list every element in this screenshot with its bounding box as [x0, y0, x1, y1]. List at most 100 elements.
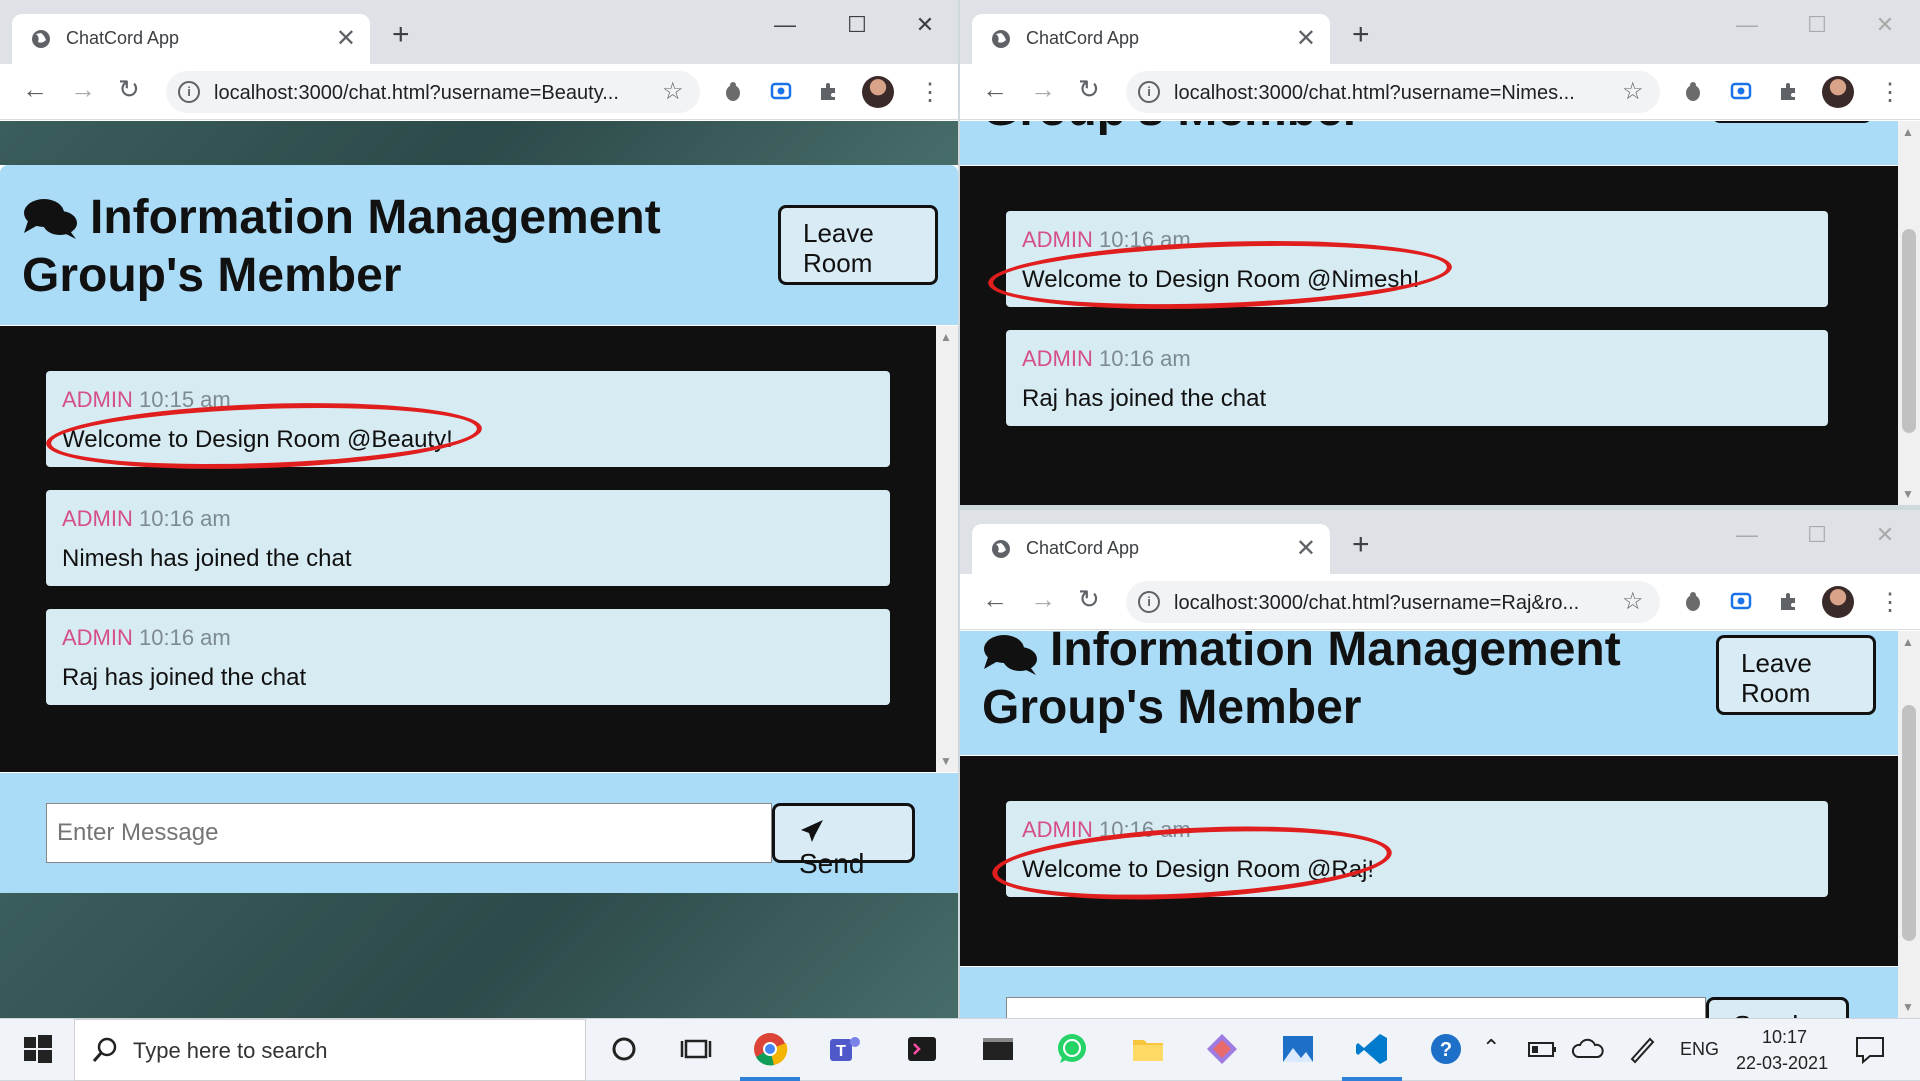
send-button[interactable]: Send: [772, 803, 915, 879]
send-button[interactable]: Send: [1706, 997, 1849, 1018]
extensions-puzzle-icon[interactable]: [1778, 590, 1800, 612]
message-item: ADMIN 10:16 am Nimesh has joined the cha…: [46, 490, 890, 586]
back-icon[interactable]: ←: [982, 76, 1008, 102]
address-bar[interactable]: i localhost:3000/chat.html?username=Beau…: [166, 71, 700, 113]
scrollbar[interactable]: ▲ ▼: [1898, 631, 1920, 1018]
extensions-puzzle-icon[interactable]: [818, 80, 840, 102]
leave-room-button[interactable]: [1712, 121, 1872, 123]
scrollbar-thumb[interactable]: [1902, 705, 1916, 941]
clock-date[interactable]: 22-03-2021: [1736, 1053, 1828, 1074]
minimize-button[interactable]: —: [1732, 522, 1762, 547]
reload-icon[interactable]: ↻: [118, 76, 140, 102]
chat-header: Information Management Group's Member Le…: [960, 631, 1898, 755]
scrollbar[interactable]: ▲ ▼: [936, 326, 958, 772]
teams-icon[interactable]: T: [826, 1031, 862, 1067]
scroll-up-icon[interactable]: ▲: [940, 330, 952, 344]
message-author: ADMIN: [62, 625, 133, 650]
git-tool-icon[interactable]: [1204, 1031, 1240, 1067]
file-explorer-icon[interactable]: [1130, 1031, 1166, 1067]
minimize-button[interactable]: —: [770, 12, 800, 37]
whatsapp-icon[interactable]: [1054, 1031, 1090, 1067]
maximize-button[interactable]: ☐: [842, 12, 872, 37]
bookmark-star-icon[interactable]: ☆: [1622, 77, 1644, 106]
command-prompt-icon[interactable]: [980, 1031, 1016, 1067]
scroll-down-icon[interactable]: ▼: [1902, 1000, 1914, 1014]
photos-icon[interactable]: [1280, 1031, 1316, 1067]
menu-kebab-icon[interactable]: ⋮: [918, 78, 942, 107]
language-indicator[interactable]: ENG: [1680, 1039, 1719, 1060]
windows-start-icon[interactable]: [20, 1031, 56, 1067]
site-info-icon[interactable]: i: [1138, 591, 1160, 613]
scroll-up-icon[interactable]: ▲: [1902, 125, 1914, 139]
menu-kebab-icon[interactable]: ⋮: [1878, 588, 1902, 617]
close-window-button[interactable]: ✕: [910, 12, 940, 37]
chat-messages[interactable]: ADMIN 10:16 am Welcome to Design Room @R…: [960, 756, 1898, 966]
scrollbar[interactable]: ▲ ▼: [1898, 121, 1920, 505]
profile-avatar[interactable]: [1822, 586, 1854, 618]
bug-extension-icon[interactable]: [1682, 80, 1704, 102]
reload-icon[interactable]: ↻: [1078, 76, 1100, 102]
forward-icon[interactable]: →: [1030, 586, 1056, 612]
scroll-up-icon[interactable]: ▲: [1902, 635, 1914, 649]
scroll-down-icon[interactable]: ▼: [940, 754, 952, 768]
battery-icon[interactable]: [1524, 1031, 1560, 1067]
help-icon[interactable]: ?: [1428, 1031, 1464, 1067]
profile-avatar[interactable]: [1822, 76, 1854, 108]
site-info-icon[interactable]: i: [178, 81, 200, 103]
message-input[interactable]: Enter Message: [1006, 997, 1706, 1018]
menu-kebab-icon[interactable]: ⋮: [1878, 78, 1902, 107]
close-window-button[interactable]: ✕: [1870, 522, 1900, 547]
maximize-button[interactable]: ☐: [1802, 522, 1832, 547]
profile-avatar[interactable]: [862, 76, 894, 108]
browser-tab[interactable]: ChatCord App ✕: [972, 14, 1330, 64]
close-window-button[interactable]: ✕: [1870, 12, 1900, 37]
tab-close-icon[interactable]: ✕: [1296, 24, 1316, 53]
bug-extension-icon[interactable]: [722, 80, 744, 102]
minimize-button[interactable]: —: [1732, 12, 1762, 37]
maximize-button[interactable]: ☐: [1802, 12, 1832, 37]
background-pattern: [0, 121, 958, 165]
new-tab-button[interactable]: +: [1352, 530, 1370, 560]
address-bar[interactable]: i localhost:3000/chat.html?username=Raj&…: [1126, 581, 1660, 623]
bookmark-star-icon[interactable]: ☆: [1622, 587, 1644, 616]
scroll-down-icon[interactable]: ▼: [1902, 487, 1914, 501]
address-bar[interactable]: i localhost:3000/chat.html?username=Nime…: [1126, 71, 1660, 113]
onedrive-icon[interactable]: [1570, 1031, 1606, 1067]
tab-close-icon[interactable]: ✕: [1296, 534, 1316, 563]
browser-tab[interactable]: ChatCord App ✕: [12, 14, 370, 64]
forward-icon[interactable]: →: [1030, 76, 1056, 102]
message-author: ADMIN: [62, 506, 133, 531]
terminal-icon[interactable]: [904, 1031, 940, 1067]
forward-icon[interactable]: →: [70, 76, 96, 102]
leave-room-button[interactable]: Leave Room: [1716, 635, 1876, 715]
scrollbar-thumb[interactable]: [1902, 229, 1916, 433]
message-input[interactable]: [46, 803, 772, 863]
cortana-icon[interactable]: [606, 1031, 642, 1067]
new-tab-button[interactable]: +: [1352, 20, 1370, 50]
new-tab-button[interactable]: +: [392, 20, 410, 50]
chrome-icon[interactable]: [752, 1031, 788, 1067]
chat-messages[interactable]: ADMIN 10:16 am Welcome to Design Room @N…: [960, 166, 1898, 505]
leave-room-button[interactable]: Leave Room: [778, 205, 938, 285]
task-view-icon[interactable]: [678, 1031, 714, 1067]
url-text: localhost:3000/chat.html?username=Raj&ro…: [1174, 592, 1580, 614]
bookmark-star-icon[interactable]: ☆: [662, 77, 684, 106]
taskbar-search[interactable]: Type here to search: [74, 1019, 586, 1081]
browser-tab[interactable]: ChatCord App ✕: [972, 524, 1330, 574]
site-info-icon[interactable]: i: [1138, 81, 1160, 103]
notifications-icon[interactable]: [1852, 1031, 1888, 1067]
pen-icon[interactable]: [1624, 1031, 1660, 1067]
bug-extension-icon[interactable]: [1682, 590, 1704, 612]
screen-capture-extension-icon[interactable]: [770, 80, 792, 102]
reload-icon[interactable]: ↻: [1078, 586, 1100, 612]
tray-expand-icon[interactable]: ⌃: [1482, 1035, 1500, 1061]
vscode-icon[interactable]: [1354, 1031, 1390, 1067]
back-icon[interactable]: ←: [22, 76, 48, 102]
chat-messages[interactable]: ADMIN 10:15 am Welcome to Design Room @B…: [0, 326, 958, 772]
extensions-puzzle-icon[interactable]: [1778, 80, 1800, 102]
back-icon[interactable]: ←: [982, 586, 1008, 612]
clock-time[interactable]: 10:17: [1762, 1027, 1807, 1048]
screen-capture-extension-icon[interactable]: [1730, 590, 1752, 612]
tab-close-icon[interactable]: ✕: [336, 24, 356, 53]
screen-capture-extension-icon[interactable]: [1730, 80, 1752, 102]
